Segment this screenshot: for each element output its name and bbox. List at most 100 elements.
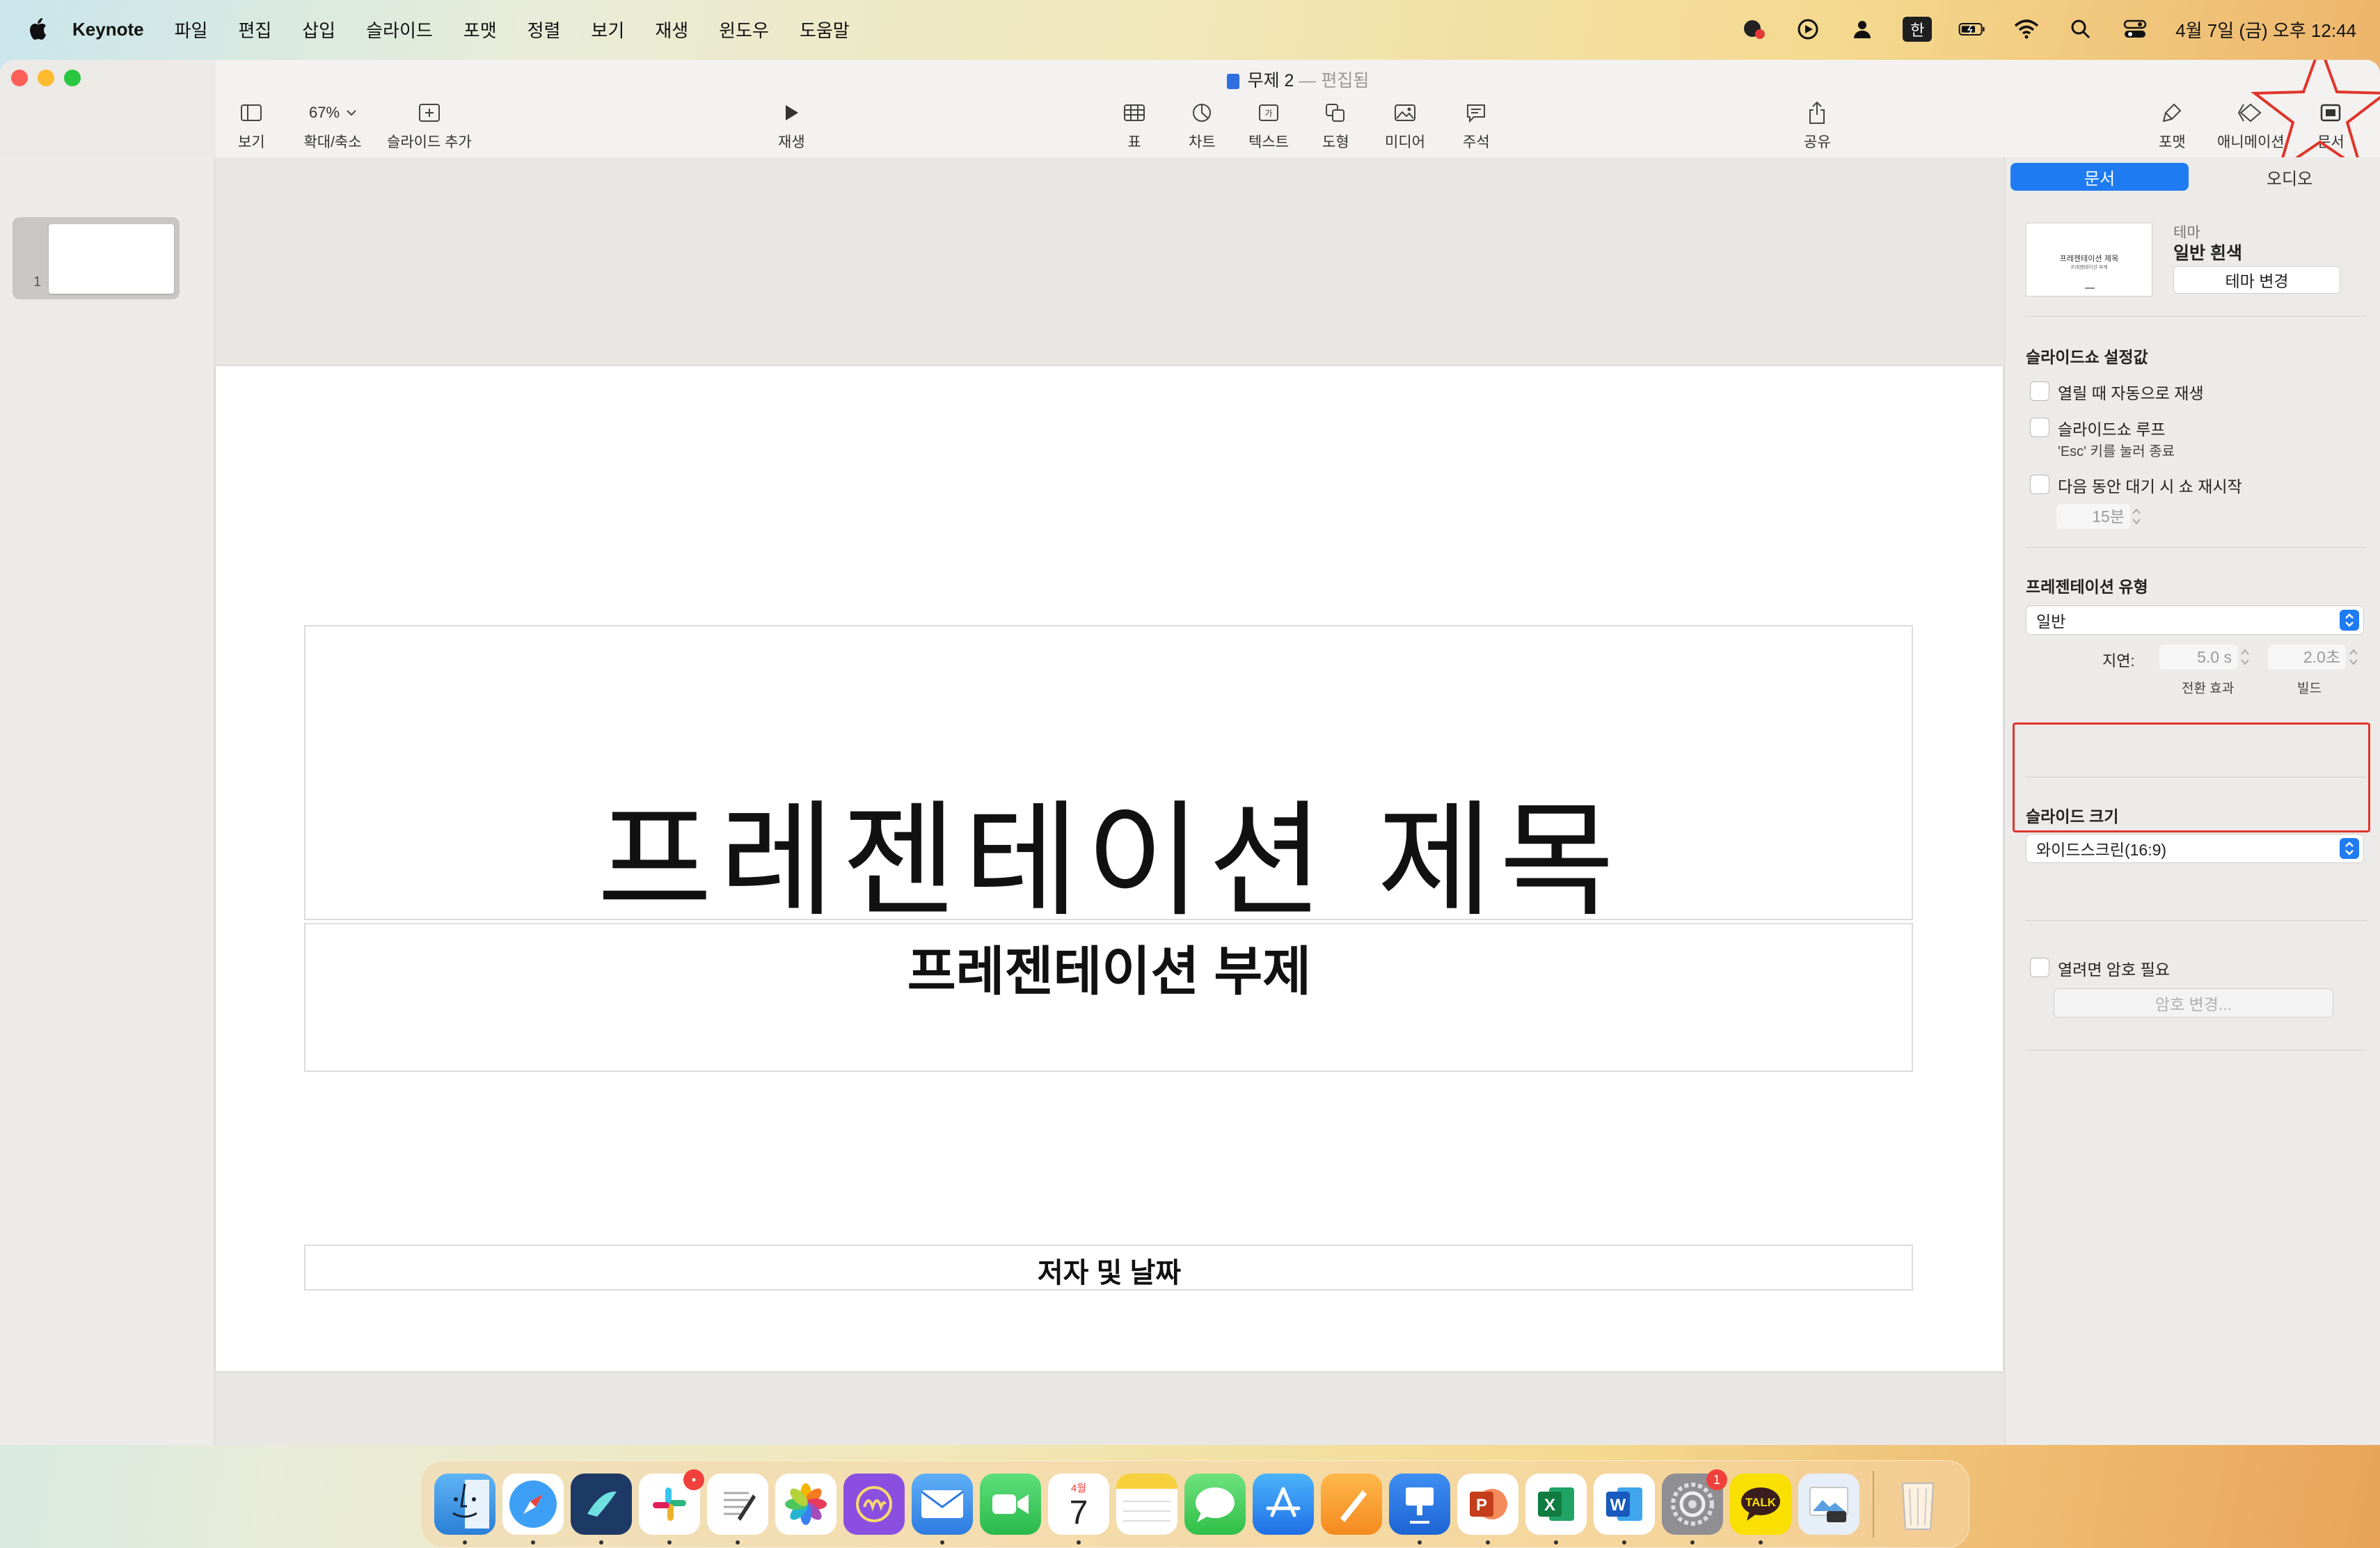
wifi-icon[interactable] (2013, 15, 2040, 43)
zoom-control[interactable]: 67% 확대/축소 (303, 97, 362, 152)
system-settings-icon[interactable]: 1 (1662, 1469, 1727, 1545)
safari-icon[interactable] (502, 1474, 564, 1545)
text-button[interactable]: 가 텍스트 (1248, 97, 1289, 152)
menu-window[interactable]: 윈도우 (719, 17, 769, 42)
dock: • 4월 7 P X W 1 TALK (420, 1460, 1969, 1548)
table-label: 표 (1127, 134, 1141, 150)
notification-app-icon[interactable] (1740, 15, 1768, 43)
mail-icon[interactable] (912, 1474, 973, 1545)
kakaotalk-icon[interactable]: TALK (1730, 1474, 1791, 1545)
slide-size-select[interactable]: 와이드스크린(16:9) (2026, 834, 2364, 863)
add-slide-icon (418, 97, 441, 128)
format-button[interactable]: 포맷 (2159, 97, 2186, 152)
comment-button[interactable]: 주석 (1463, 97, 1490, 152)
popup-arrows-icon (2340, 838, 2359, 859)
slide-number: 1 (33, 274, 42, 290)
view-button[interactable]: 보기 (238, 97, 265, 152)
tab-audio[interactable]: 오디오 (2204, 163, 2375, 191)
zoom-select[interactable]: 67% (303, 102, 362, 123)
build-delay-field[interactable]: 2.0초 (2268, 645, 2346, 670)
svg-text:P: P (1476, 1496, 1487, 1515)
restart-idle-field[interactable]: 15분 (2056, 504, 2130, 529)
keynote-document-icon (1226, 74, 1239, 90)
slide-thumbnail-selected[interactable]: 1 (13, 217, 180, 299)
slide-thumbnail[interactable] (49, 224, 174, 294)
word-icon[interactable]: W (1594, 1474, 1655, 1545)
shape-button[interactable]: 도형 (1322, 97, 1349, 152)
notification-badge: • (683, 1469, 704, 1490)
menu-app-keynote[interactable]: Keynote (72, 19, 144, 40)
pages-icon[interactable] (1321, 1474, 1382, 1535)
excel-icon[interactable]: X (1525, 1474, 1587, 1545)
restart-idle-stepper[interactable] (2130, 504, 2143, 529)
popup-arrows-icon (2340, 610, 2359, 631)
zoom-label: 확대/축소 (303, 134, 362, 150)
slide-title-text[interactable]: 프레젠테이션 제목 (216, 759, 2003, 940)
menu-file[interactable]: 파일 (175, 17, 208, 42)
menu-bar: Keynote 파일 편집 삽입 슬라이드 포맷 정렬 보기 재생 윈도우 도움… (0, 0, 2380, 58)
fullscreen-window-button[interactable] (64, 70, 81, 86)
slide[interactable]: 프레젠테이션 제목 프레젠테이션 부제 저자 및 날짜 (216, 366, 2003, 1371)
app-icon[interactable] (843, 1474, 905, 1535)
finder-icon[interactable] (434, 1474, 495, 1545)
change-password-button[interactable]: 암호 변경... (2054, 988, 2333, 1018)
calendar-month: 4월 (1070, 1482, 1087, 1494)
media-label: 미디어 (1385, 134, 1425, 150)
slack-icon[interactable]: • (639, 1469, 704, 1545)
close-window-button[interactable] (11, 70, 28, 86)
minimize-window-button[interactable] (38, 70, 54, 86)
add-slide-button[interactable]: 슬라이드 추가 (387, 97, 472, 152)
presentation-type-select[interactable]: 일반 (2026, 606, 2364, 635)
menu-help[interactable]: 도움말 (800, 17, 850, 42)
slide-size-value: 와이드스크린(16:9) (2036, 841, 2167, 859)
menu-view[interactable]: 보기 (591, 17, 624, 42)
menu-edit[interactable]: 편집 (238, 17, 271, 42)
control-center-icon[interactable] (2121, 15, 2149, 43)
notes-icon[interactable] (1116, 1474, 1177, 1535)
share-button[interactable]: 공유 (1804, 97, 1831, 152)
menu-play[interactable]: 재생 (655, 17, 688, 42)
screen-recording-icon[interactable] (1794, 15, 1822, 43)
media-button[interactable]: 미디어 (1385, 97, 1425, 152)
keynote-icon[interactable] (1389, 1474, 1450, 1545)
loop-checkbox[interactable] (2030, 418, 2049, 437)
chart-button[interactable]: 차트 (1189, 97, 1216, 152)
input-method-icon[interactable]: 한 (1903, 17, 1933, 42)
spotlight-search-icon[interactable] (2067, 15, 2095, 43)
facetime-icon[interactable] (980, 1474, 1041, 1535)
menu-arrange[interactable]: 정렬 (527, 17, 561, 42)
menu-insert[interactable]: 삽입 (302, 17, 335, 42)
table-button[interactable]: 표 (1123, 97, 1145, 152)
slide-subtitle-text[interactable]: 프레젠테이션 부제 (216, 929, 2003, 1005)
require-password-checkbox[interactable] (2030, 958, 2049, 977)
build-delay-stepper[interactable] (2347, 645, 2360, 670)
messages-icon[interactable] (1184, 1474, 1246, 1535)
tab-document[interactable]: 문서 (2010, 163, 2189, 191)
transition-delay-field[interactable]: 5.0 s (2159, 645, 2237, 670)
stepper-arrows-icon (2132, 508, 2141, 525)
app-store-icon[interactable] (1253, 1474, 1314, 1535)
document-separator: — (1299, 71, 1317, 90)
menu-slide[interactable]: 슬라이드 (366, 17, 433, 42)
slide-navigator: 1 (0, 157, 215, 1445)
calendar-icon[interactable]: 4월 7 (1048, 1474, 1109, 1545)
menubar-clock[interactable]: 4월 7일 (금) 오후 12:44 (2175, 17, 2356, 42)
autoplay-checkbox[interactable] (2030, 381, 2049, 401)
textedit-icon[interactable] (707, 1474, 768, 1545)
menu-format[interactable]: 포맷 (463, 17, 497, 42)
app-icon[interactable] (571, 1474, 632, 1545)
slide-author-text[interactable]: 저자 및 날짜 (216, 1250, 2003, 1290)
document-title[interactable]: 무제 2 — 편집됨 (216, 67, 2380, 92)
user-icon[interactable] (1848, 15, 1876, 43)
trash-icon[interactable] (1887, 1474, 1949, 1535)
battery-icon[interactable] (1958, 15, 1986, 43)
restart-idle-checkbox[interactable] (2030, 475, 2049, 494)
transition-delay-stepper[interactable] (2239, 645, 2251, 670)
change-theme-button[interactable]: 테마 변경 (2173, 266, 2340, 294)
zoom-value: 67% (309, 104, 340, 121)
apple-menu-icon[interactable] (24, 15, 51, 43)
preview-icon[interactable] (1798, 1474, 1859, 1535)
play-button[interactable]: 재생 (778, 97, 805, 152)
photos-icon[interactable] (775, 1474, 836, 1535)
powerpoint-icon[interactable]: P (1457, 1474, 1518, 1545)
